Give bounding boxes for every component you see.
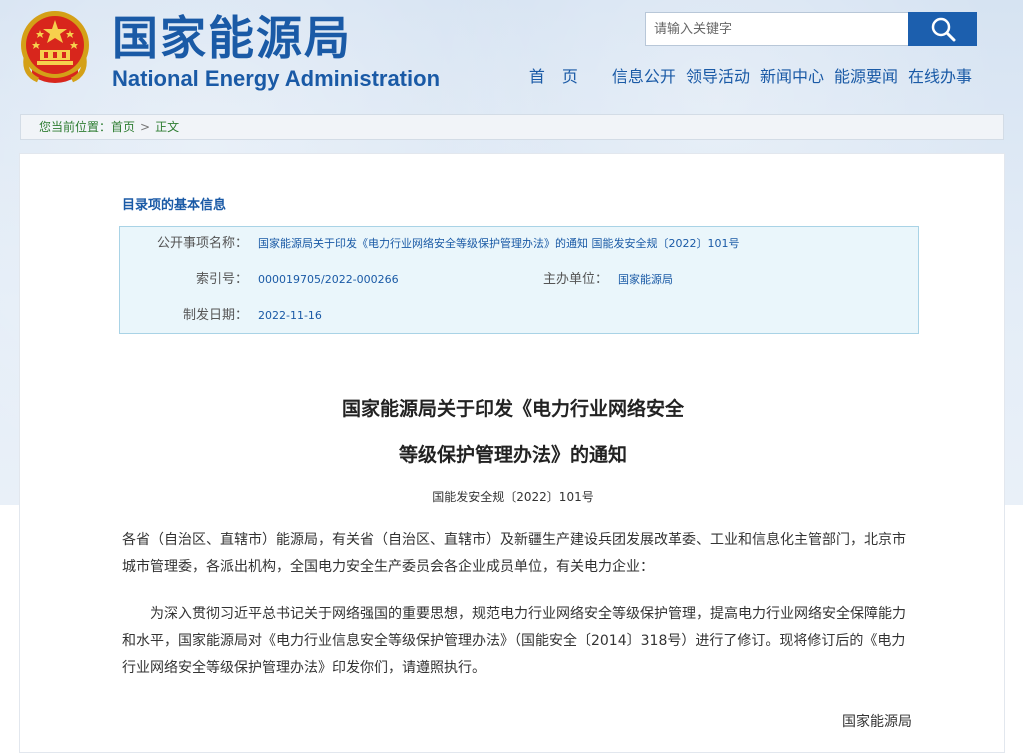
meta-title-label: 公开事项名称：	[156, 236, 248, 251]
breadcrumb-home-link[interactable]: 首页	[111, 120, 135, 134]
document-addressees: 各省（自治区、直辖市）能源局，有关省（自治区、直辖市）及新疆生产建设兵团发展改革…	[122, 532, 906, 575]
site-title-en[interactable]: National Energy Administration	[112, 66, 440, 92]
national-emblem-icon	[21, 11, 89, 83]
document-title-line1: 国家能源局关于印发《电力行业网络安全	[341, 398, 684, 420]
search-box	[645, 12, 912, 46]
main-nav: 首 页 信息公开 领导活动 新闻中心 能源要闻 在线办事	[524, 66, 977, 88]
search-button[interactable]	[908, 12, 977, 46]
breadcrumb-prefix: 您当前位置：	[39, 120, 112, 134]
meta-org-value: 国家能源局	[618, 273, 673, 286]
site-title-cn[interactable]: 国家能源局	[112, 8, 352, 68]
meta-heading: 目录项的基本信息	[122, 198, 227, 213]
document-title-line2: 等级保护管理办法》的通知	[398, 444, 627, 466]
nav-item-leadership[interactable]: 领导活动	[681, 66, 755, 88]
meta-index-label: 索引号：	[195, 272, 248, 287]
nav-item-news[interactable]: 新闻中心	[755, 66, 829, 88]
search-icon	[931, 17, 955, 42]
document-body-paragraph: 为深入贯彻习近平总书记关于网络强国的重要思想，规范电力行业网络安全等级保护管理，…	[122, 606, 906, 676]
main-content: 目录项的基本信息 公开事项名称： 国家能源局关于印发《电力行业网络安全等级保护管…	[19, 153, 1005, 753]
meta-title-value: 国家能源局关于印发《电力行业网络安全等级保护管理办法》的通知 国能发安全规〔20…	[258, 237, 740, 250]
meta-info-box: 公开事项名称： 国家能源局关于印发《电力行业网络安全等级保护管理办法》的通知 国…	[119, 226, 919, 334]
meta-date-value: 2022-11-16	[258, 309, 322, 322]
nav-item-energy-news[interactable]: 能源要闻	[829, 66, 903, 88]
chevron-right-icon: >	[140, 120, 151, 134]
breadcrumb-current: 正文	[155, 120, 180, 134]
meta-date-label: 制发日期：	[182, 308, 248, 323]
search-input[interactable]	[646, 13, 912, 45]
meta-index-value: 000019705/2022-000266	[258, 273, 399, 286]
nav-item-home[interactable]: 首 页	[524, 66, 589, 88]
document-signature: 国家能源局	[842, 714, 912, 730]
nav-item-info-disclosure[interactable]: 信息公开	[607, 66, 681, 88]
document-number: 国能发安全规〔2022〕101号	[432, 490, 594, 504]
breadcrumb: 您当前位置：首页 > 正文	[20, 114, 1004, 140]
meta-org-label: 主办单位：	[542, 272, 608, 287]
nav-item-online-services[interactable]: 在线办事	[903, 66, 977, 88]
